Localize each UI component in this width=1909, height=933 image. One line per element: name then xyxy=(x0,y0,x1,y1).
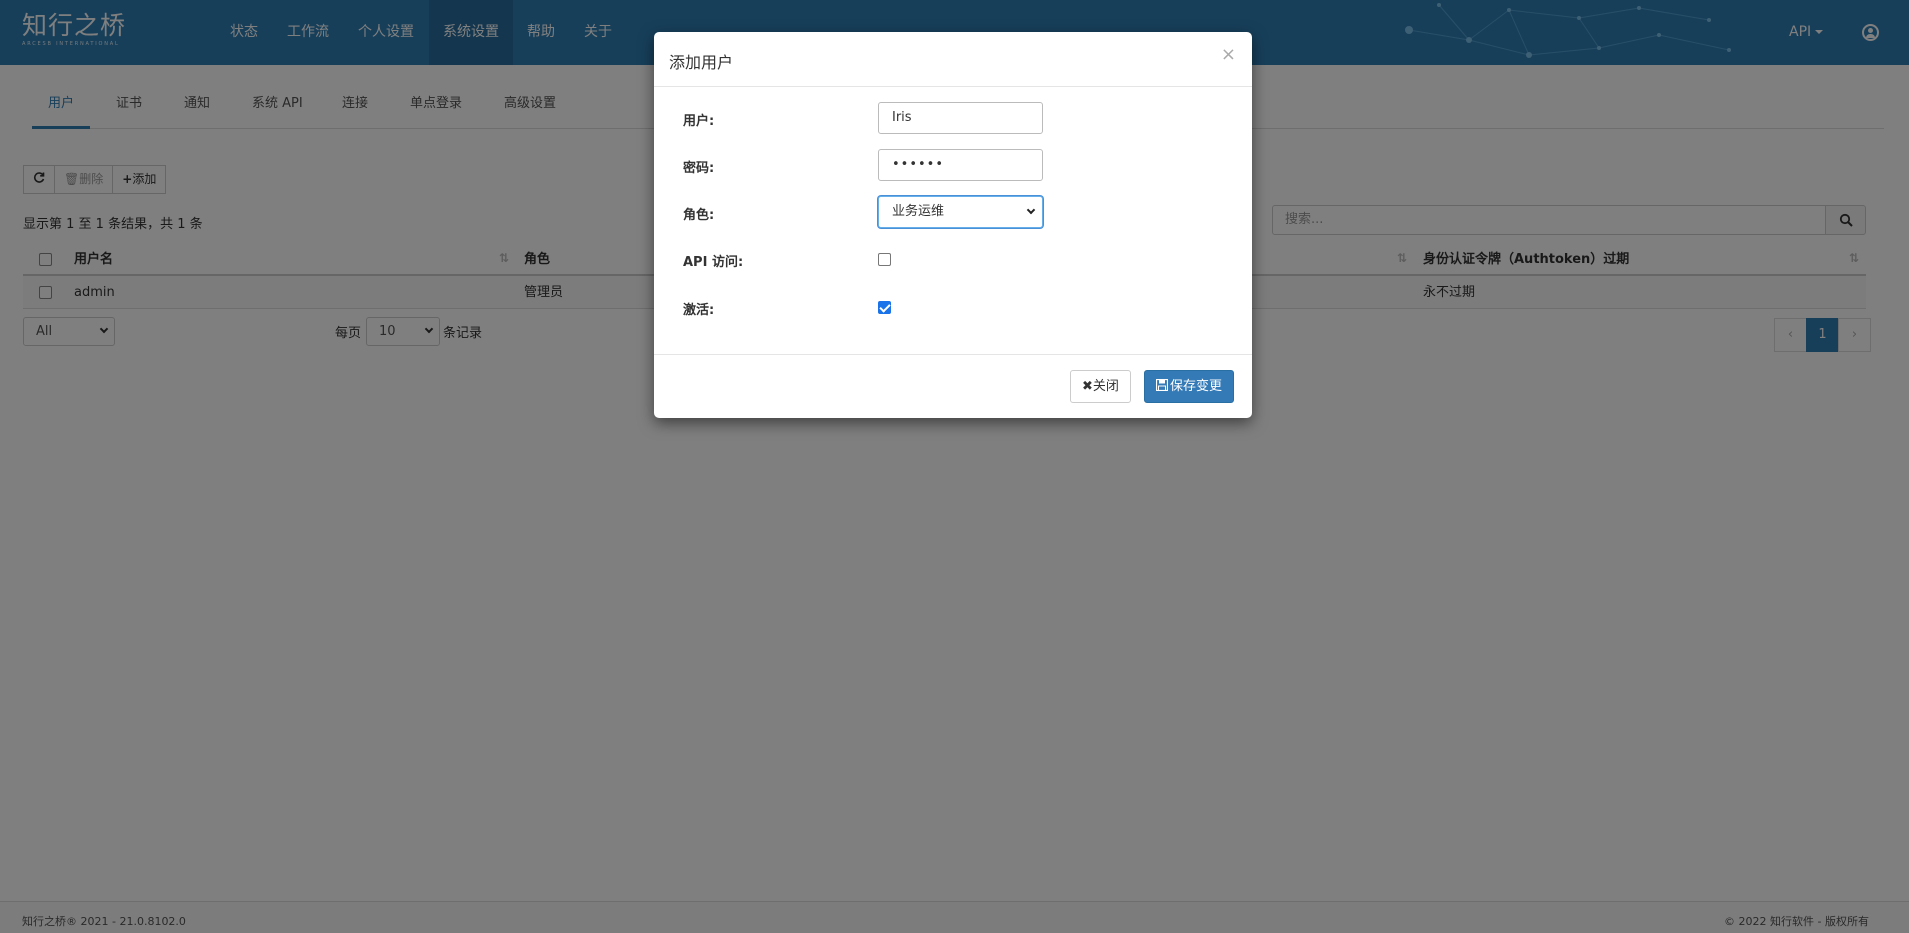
close-x-icon: ✖︎ xyxy=(1082,379,1093,394)
user-label: 用户: xyxy=(683,114,715,129)
api-access-label: API 访问: xyxy=(683,255,744,270)
close-icon[interactable]: × xyxy=(1221,46,1236,64)
active-checkbox[interactable] xyxy=(878,301,891,314)
close-button-label: 关闭 xyxy=(1092,379,1119,394)
password-label: 密码: xyxy=(683,161,715,176)
close-button[interactable]: ✖︎关闭 xyxy=(1070,370,1131,403)
password-field[interactable]: •••••• xyxy=(878,149,1043,181)
chevron-down-icon xyxy=(1026,205,1036,215)
save-changes-button[interactable]: 保存变更 xyxy=(1144,370,1235,403)
role-select[interactable]: 业务运维 xyxy=(878,196,1043,228)
add-user-dialog: 添加用户 × 用户: Iris 密码: •••••• 角色: 业务运维 API … xyxy=(654,32,1252,418)
save-button-label: 保存变更 xyxy=(1170,379,1223,394)
save-icon xyxy=(1155,378,1169,392)
role-select-value: 业务运维 xyxy=(892,204,945,219)
api-access-checkbox[interactable] xyxy=(878,253,891,266)
active-label: 激活: xyxy=(683,303,715,318)
modal-header: 添加用户 × xyxy=(654,32,1252,87)
modal-title: 添加用户 xyxy=(669,53,734,72)
modal-footer xyxy=(654,354,1252,355)
role-label: 角色: xyxy=(683,208,715,223)
username-field[interactable]: Iris xyxy=(878,102,1043,134)
